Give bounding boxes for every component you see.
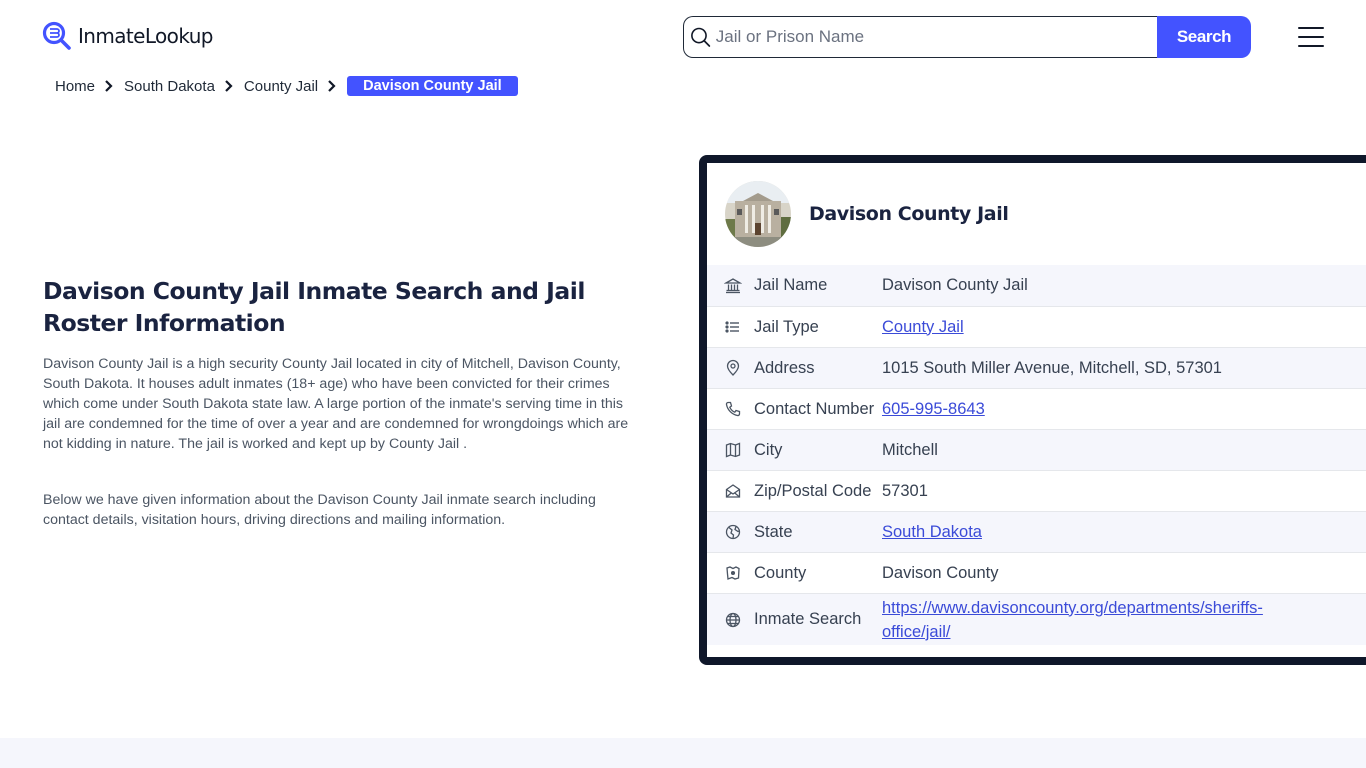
chevron-right-icon <box>225 80 233 92</box>
menu-bar <box>1298 27 1324 29</box>
inmate-search-link[interactable]: https://www.davisoncounty.org/department… <box>882 599 1263 641</box>
info-row-contact-number: Contact Number 605-995-8643 <box>707 388 1366 429</box>
info-row-city: City Mitchell <box>707 429 1366 470</box>
info-row-jail-type: Jail Type County Jail <box>707 306 1366 347</box>
jail-info-card: Davison County Jail Jail Name Davison Co… <box>699 155 1366 665</box>
county-map-icon <box>726 566 740 580</box>
logo-text: InmateLookup <box>78 24 213 48</box>
search-box <box>683 16 1157 58</box>
search-input[interactable] <box>715 27 1157 47</box>
info-row-county: County Davison County <box>707 552 1366 593</box>
breadcrumb-jail-type[interactable]: County Jail <box>244 78 318 95</box>
card-header: Davison County Jail <box>707 163 1366 265</box>
map-icon <box>725 442 741 458</box>
info-row-zip-code: Zip/Postal Code 57301 <box>707 470 1366 511</box>
state-link[interactable]: South Dakota <box>882 523 982 541</box>
row-value: Davison County Jail <box>882 276 1028 294</box>
link-line: office/jail/ <box>882 622 951 641</box>
row-label: Contact Number <box>754 399 875 418</box>
breadcrumb-state[interactable]: South Dakota <box>124 78 215 95</box>
row-label: Jail Type <box>754 317 819 336</box>
jail-photo-avatar <box>725 181 791 247</box>
logo-magnifier-icon <box>42 21 71 50</box>
row-label: Address <box>754 358 815 377</box>
menu-bar <box>1298 36 1324 38</box>
footer-band <box>0 738 1366 768</box>
row-value: 1015 South Miller Avenue, Mitchell, SD, … <box>882 358 1222 377</box>
row-label: Inmate Search <box>754 610 862 628</box>
row-value: 57301 <box>882 481 928 500</box>
chevron-right-icon <box>105 80 113 92</box>
link-line: https://www.davisoncounty.org/department… <box>882 598 1263 617</box>
page-title: Davison County Jail Inmate Search and Ja… <box>43 277 585 337</box>
breadcrumb: Home South Dakota County Jail Davison Co… <box>55 76 518 96</box>
logo-link[interactable]: InmateLookup <box>42 21 213 51</box>
description-paragraph: Davison County Jail is a high security C… <box>43 356 629 452</box>
info-table: Jail Name Davison County Jail Jail Type … <box>707 265 1366 645</box>
search-bar: Search <box>683 16 1251 58</box>
search-button[interactable]: Search <box>1157 16 1251 58</box>
info-row-inmate-search: Inmate Search https://www.davisoncounty.… <box>707 593 1366 645</box>
menu-bar <box>1298 45 1324 47</box>
row-label: City <box>754 440 783 459</box>
row-label: State <box>754 522 793 541</box>
row-label: Zip/Postal Code <box>754 481 872 500</box>
phone-icon <box>725 401 741 417</box>
row-value: Mitchell <box>882 440 938 459</box>
info-row-jail-name: Jail Name Davison County Jail <box>707 265 1366 306</box>
jail-type-link[interactable]: County Jail <box>882 318 964 336</box>
description-paragraph: Below we have given information about th… <box>43 492 596 528</box>
phone-link[interactable]: 605-995-8643 <box>882 400 985 418</box>
hamburger-menu-button[interactable] <box>1298 27 1324 47</box>
globe-state-icon <box>725 524 741 540</box>
globe-icon <box>725 612 741 627</box>
card-title: Davison County Jail <box>809 203 1009 225</box>
breadcrumb-home[interactable]: Home <box>55 78 95 95</box>
search-icon <box>691 27 711 47</box>
info-row-address: Address 1015 South Miller Avenue, Mitche… <box>707 347 1366 388</box>
row-label: County <box>754 563 807 582</box>
row-value: Davison County <box>882 563 999 582</box>
map-pin-icon <box>726 359 740 376</box>
breadcrumb-current: Davison County Jail <box>347 76 518 96</box>
chevron-right-icon <box>328 80 336 92</box>
list-icon <box>725 321 739 333</box>
row-label: Jail Name <box>754 276 828 294</box>
mail-open-icon <box>725 484 741 498</box>
info-row-state: State South Dakota <box>707 511 1366 552</box>
bank-icon <box>724 277 742 293</box>
